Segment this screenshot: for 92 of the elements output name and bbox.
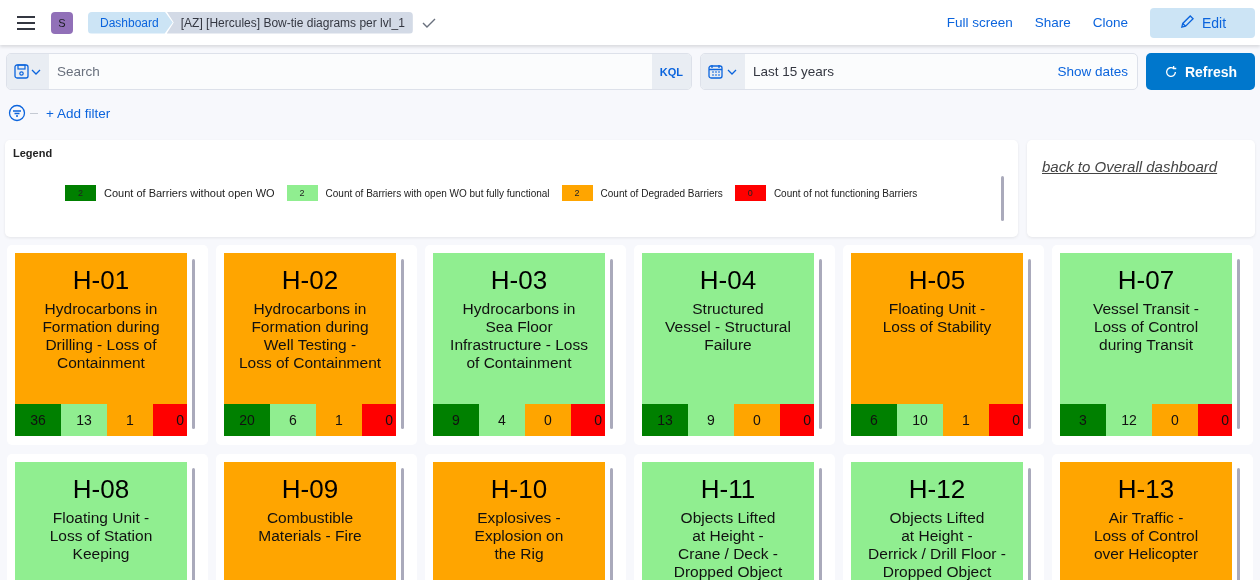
hazard-tile[interactable]: H-01 Hydrocarbons in Formation during Drilling - Loss of Containment 36 13 1 0 — [15, 253, 187, 436]
check-icon[interactable] — [421, 17, 436, 28]
scrollbar[interactable] — [401, 259, 404, 429]
legend-swatch: 2 — [65, 185, 96, 201]
hazard-description: Floating Unit - Loss of Station Keeping — [49, 509, 153, 563]
count-cell: 0 — [153, 404, 187, 436]
hazard-description: Floating Unit - Loss of Stability — [882, 300, 992, 336]
legend-label: Count of not functioning Barriers — [773, 187, 918, 199]
hazard-code: H-11 — [700, 474, 756, 505]
scrollbar[interactable] — [192, 259, 195, 429]
count-cell: 6 — [851, 404, 897, 436]
hazard-code: H-10 — [490, 474, 548, 505]
count-cell: 0 — [525, 404, 571, 436]
breadcrumb[interactable]: Dashboard — [88, 11, 173, 34]
count-cell: 0 — [780, 404, 814, 436]
scrollbar[interactable] — [1237, 259, 1240, 429]
header-link[interactable]: Full screen — [946, 15, 1013, 30]
filter-icon[interactable] — [8, 104, 26, 122]
hazard-code: H-09 — [281, 474, 339, 505]
search-field[interactable]: Search KQL — [6, 53, 692, 90]
legend-title: Legend — [13, 147, 54, 159]
scrollbar[interactable] — [1028, 259, 1031, 429]
hazard-tile[interactable]: H-04 Structured Vessel - Structural Failure 13 9 0 0 — [642, 253, 814, 436]
header-link[interactable]: Clone — [1092, 15, 1128, 30]
count-cell: 13 — [61, 404, 107, 436]
hazard-tile[interactable]: H-03 Hydrocarbons in Sea Floor Infrastructure - Loss of Containment 9 4 0 0 — [433, 253, 605, 436]
hazard-code: H-08 — [72, 474, 130, 505]
count-cell: 0 — [1152, 404, 1198, 436]
legend-label: Count of Barriers without open WO — [104, 187, 275, 199]
breadcrumb[interactable]: [AZ] [Hercules] Bow-tie diagrams per lvl_1 — [166, 11, 413, 34]
hazard-code: H-04 — [699, 265, 757, 296]
hazard-tile[interactable]: H-13 Air Traffic - Loss of Control over Helicopter — [1060, 462, 1232, 580]
date-picker[interactable]: Last 15 years Show dates — [700, 53, 1138, 90]
calendar-icon[interactable] — [708, 63, 738, 80]
show-dates-link[interactable]: Show dates — [1057, 64, 1128, 79]
legend-swatch: 0 — [734, 185, 766, 201]
hazard-description: Air Traffic - Loss of Control over Helicopter — [1093, 509, 1199, 563]
count-cell: 10 — [897, 404, 943, 436]
hazard-code: H-02 — [281, 265, 339, 296]
scrollbar[interactable] — [819, 259, 822, 429]
legend-swatch: 2 — [561, 185, 593, 201]
legend-label: Count of Barriers with open WO but fully functional — [325, 187, 550, 199]
hazard-code: H-07 — [1117, 265, 1175, 296]
hazard-description: Hydrocarbons in Sea Floor Infrastructure - Loss of Containment — [450, 300, 588, 372]
pencil-icon — [1178, 15, 1194, 30]
hazard-description: Combustible Materials - Fire — [258, 509, 362, 545]
refresh-icon — [1163, 64, 1178, 79]
count-cell: 3 — [1060, 404, 1106, 436]
count-cell: 0 — [734, 404, 780, 436]
hazard-code: H-13 — [1117, 474, 1175, 505]
edit-button[interactable]: Edit — [1150, 7, 1255, 38]
scrollbar[interactable] — [610, 259, 613, 429]
hazard-code: H-03 — [490, 265, 548, 296]
count-cell: 13 — [642, 404, 688, 436]
save-icon[interactable] — [14, 63, 42, 80]
back-link[interactable]: back to Overall dashboard — [1042, 158, 1218, 175]
hazard-tile[interactable]: H-09 Combustible Materials - Fire — [224, 462, 396, 580]
count-cell: 6 — [270, 404, 316, 436]
count-cell: 0 — [1198, 404, 1232, 436]
hazard-description: Hydrocarbons in Formation during Drilling - Loss of Containment — [42, 300, 160, 372]
hazard-code: H-05 — [908, 265, 966, 296]
hazard-tile[interactable]: H-05 Floating Unit - Loss of Stability 6 10 1 0 — [851, 253, 1023, 436]
menu-icon[interactable] — [17, 15, 35, 30]
legend-swatch: 2 — [286, 185, 318, 201]
count-cell: 0 — [989, 404, 1023, 436]
refresh-button[interactable]: Refresh — [1146, 53, 1255, 90]
time-range: Last 15 years — [752, 64, 836, 79]
scrollbar[interactable] — [1001, 176, 1004, 221]
count-cell: 9 — [433, 404, 479, 436]
hazard-tile[interactable]: H-08 Floating Unit - Loss of Station Keeping — [15, 462, 187, 580]
header-link[interactable]: Share — [1034, 15, 1071, 30]
count-cell: 0 — [571, 404, 605, 436]
hazard-description: Vessel Transit - Loss of Control during Transit — [1093, 300, 1199, 354]
hazard-description: Hydrocarbons in Formation during Well Testing - Loss of Containment — [238, 300, 382, 372]
hazard-tile[interactable]: H-11 Objects Lifted at Height - Crane / Deck - Dropped Object — [642, 462, 814, 580]
legend-label: Count of Degraded Barriers — [600, 187, 723, 199]
kql-toggle[interactable]: KQL — [651, 54, 691, 89]
hazard-tile[interactable]: H-12 Objects Lifted at Height - Derrick / Drill Floor - Dropped Object — [851, 462, 1023, 580]
hazard-code: H-01 — [72, 265, 130, 296]
hazard-description: Explosives - Explosion on the Rig — [474, 509, 564, 563]
count-cell: 0 — [362, 404, 396, 436]
add-filter-link[interactable]: + Add filter — [46, 105, 111, 121]
hazard-description: Objects Lifted at Height - Crane / Deck - Dropped Object — [673, 509, 783, 580]
count-cell: 36 — [15, 404, 61, 436]
count-cell: 20 — [224, 404, 270, 436]
hazard-description: Structured Vessel - Structural Failure — [665, 300, 791, 354]
hazard-tile[interactable]: H-07 Vessel Transit - Loss of Control during Transit 3 12 0 0 — [1060, 253, 1232, 436]
hazard-tile[interactable]: H-02 Hydrocarbons in Formation during Well Testing - Loss of Containment 20 6 1 0 — [224, 253, 396, 436]
hazard-tile[interactable]: H-10 Explosives - Explosion on the Rig — [433, 462, 605, 580]
hazard-description: Objects Lifted at Height - Derrick / Drill Floor - Dropped Object — [868, 509, 1006, 580]
space-avatar[interactable]: S — [51, 11, 73, 34]
hazard-code: H-12 — [908, 474, 966, 505]
